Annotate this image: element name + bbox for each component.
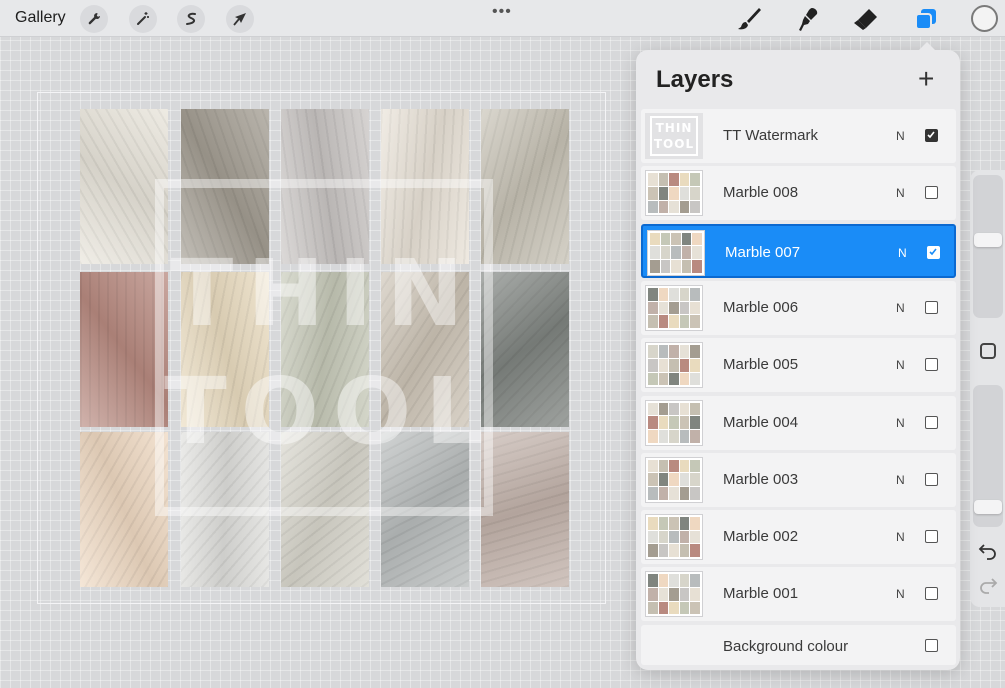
- layer-row[interactable]: THIN TOOL TT Watermark N: [641, 109, 956, 163]
- layer-name: TT Watermark: [723, 127, 819, 144]
- layer-thumbnail: [645, 571, 703, 618]
- selection-icon[interactable]: [177, 5, 205, 33]
- smudge-icon[interactable]: [794, 5, 822, 33]
- more-dots-icon[interactable]: •••: [492, 3, 512, 21]
- layer-row[interactable]: Marble 006 N: [641, 280, 956, 335]
- blend-mode-button[interactable]: N: [896, 301, 905, 315]
- modify-button[interactable]: [980, 343, 996, 359]
- watermark-frame: THIN TOOL: [155, 179, 493, 516]
- layer-name: Marble 003: [723, 470, 799, 488]
- blend-mode-button[interactable]: N: [896, 129, 905, 143]
- layer-thumbnail: [645, 514, 703, 561]
- layer-visibility-checkbox[interactable]: [925, 530, 938, 544]
- brush-icon[interactable]: [735, 5, 763, 33]
- layer-visibility-checkbox[interactable]: [925, 587, 938, 601]
- layer-row[interactable]: Marble 004 N: [641, 395, 956, 450]
- top-toolbar: Gallery •••: [0, 0, 1005, 37]
- opacity-thumb[interactable]: [974, 500, 1002, 514]
- watermark-line-1: THIN: [170, 240, 478, 347]
- layer-thumbnail: [645, 284, 703, 331]
- blend-mode-button[interactable]: N: [896, 587, 905, 601]
- background-colour-label: Background colour: [723, 638, 849, 655]
- layers-title: Layers: [656, 66, 734, 93]
- layer-name: Marble 002: [723, 528, 799, 546]
- layer-name: Marble 008: [723, 184, 799, 202]
- blend-mode-button[interactable]: N: [896, 358, 905, 372]
- layer-thumbnail: [645, 170, 703, 217]
- magic-wand-icon[interactable]: [129, 5, 157, 33]
- watermark-thumb-line-1: THIN: [655, 121, 693, 135]
- side-slider-panel: [970, 170, 1005, 607]
- add-layer-button[interactable]: +: [918, 65, 934, 93]
- blend-mode-button[interactable]: N: [896, 416, 905, 430]
- layer-visibility-checkbox[interactable]: [925, 129, 938, 142]
- layer-thumbnail: [647, 229, 705, 276]
- layer-row[interactable]: Marble 002 N: [641, 510, 956, 565]
- transform-arrow-icon[interactable]: [226, 5, 254, 33]
- brush-size-thumb[interactable]: [974, 233, 1002, 247]
- layers-panel: Layers + THIN TOOL TT Watermark N Marble 008…: [636, 42, 960, 670]
- layer-thumbnail: THIN TOOL: [645, 113, 703, 159]
- watermark-thumbnail-logo: THIN TOOL: [650, 116, 698, 156]
- layer-visibility-checkbox[interactable]: [925, 472, 938, 486]
- blend-mode-button[interactable]: N: [896, 530, 905, 544]
- layer-name: Marble 004: [723, 413, 799, 431]
- layer-visibility-checkbox[interactable]: [925, 300, 938, 314]
- layer-row[interactable]: Marble 001 N: [641, 567, 956, 622]
- layer-name: Marble 001: [723, 585, 799, 603]
- layer-thumbnail: [645, 456, 703, 503]
- layer-row[interactable]: Marble 008 N: [641, 166, 956, 221]
- layer-row[interactable]: Marble 003 N: [641, 452, 956, 507]
- layer-name: Marble 005: [723, 356, 799, 374]
- layers-icon[interactable]: [912, 5, 940, 33]
- background-colour-row[interactable]: Background colour: [641, 625, 956, 665]
- layer-visibility-checkbox[interactable]: [927, 245, 940, 259]
- blend-mode-button[interactable]: N: [896, 473, 905, 487]
- layer-thumbnail: [645, 342, 703, 389]
- layer-name: Marble 006: [723, 298, 799, 316]
- marble-tile: [481, 109, 569, 264]
- background-visibility-checkbox[interactable]: [925, 639, 938, 652]
- layer-visibility-checkbox[interactable]: [925, 415, 938, 429]
- redo-icon[interactable]: [978, 574, 998, 594]
- color-picker-swatch[interactable]: [971, 5, 998, 32]
- wrench-icon[interactable]: [80, 5, 108, 33]
- layer-row[interactable]: Marble 005 N: [641, 338, 956, 393]
- blend-mode-button[interactable]: N: [896, 186, 905, 200]
- gallery-button[interactable]: Gallery: [15, 9, 66, 27]
- layer-visibility-checkbox[interactable]: [925, 358, 938, 372]
- layer-row[interactable]: Marble 007 N: [641, 223, 956, 278]
- opacity-slider[interactable]: [973, 385, 1003, 527]
- watermark-line-2: TOOL: [164, 358, 498, 465]
- undo-icon[interactable]: [978, 540, 998, 560]
- layer-name: Marble 007: [725, 243, 801, 261]
- watermark-thumb-line-2: TOOL: [653, 137, 695, 151]
- blend-mode-button[interactable]: N: [898, 246, 907, 260]
- layer-visibility-checkbox[interactable]: [925, 186, 938, 200]
- eraser-icon[interactable]: [852, 5, 880, 33]
- brush-size-slider[interactable]: [973, 175, 1003, 318]
- layer-thumbnail: [645, 399, 703, 446]
